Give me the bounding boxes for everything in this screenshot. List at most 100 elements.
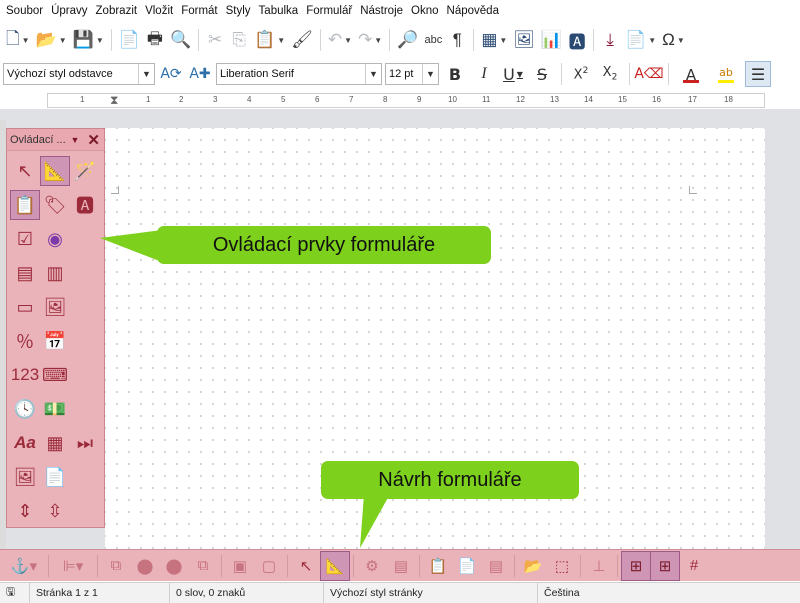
form-controls-panel-header[interactable]: Ovládací ... ▼ ✕ — [7, 129, 104, 151]
control-button[interactable]: ⚙ — [358, 552, 386, 580]
file-selection-button[interactable]: 📄 — [41, 463, 69, 491]
spin-button-button[interactable]: ⇕ — [11, 497, 39, 525]
helplines-while-moving-button[interactable]: # — [680, 552, 708, 580]
cut-button[interactable]: ✂ — [204, 26, 226, 54]
menu-window[interactable]: Okno — [409, 5, 445, 17]
export-pdf-button[interactable]: 📄 — [117, 26, 142, 54]
control-properties-button[interactable]: 📋 — [10, 190, 40, 220]
font-field-button[interactable]: Aa — [11, 429, 39, 457]
menu-tools[interactable]: Nástroje — [358, 5, 409, 17]
font-color-button[interactable]: A — [675, 61, 707, 87]
font-name-select[interactable]: Liberation Serif ▼ — [216, 63, 382, 85]
bold-button[interactable]: B — [442, 61, 468, 87]
date-field-button[interactable]: 📅 — [41, 327, 69, 355]
image-button-button[interactable]: 🖼 — [41, 293, 69, 321]
forward-one-button[interactable]: ⬤ — [131, 552, 159, 580]
paste-button[interactable]: 📋 ▼ — [252, 26, 287, 54]
position-size-button[interactable]: ⊥ — [585, 552, 613, 580]
back-one-button[interactable]: ⬤ — [160, 552, 188, 580]
menu-insert[interactable]: Vložit — [143, 5, 179, 17]
design-mode-toggle-button[interactable]: 📐 — [320, 550, 350, 581]
insert-special-character-button[interactable]: Ω ▼ — [660, 26, 687, 54]
new-document-button[interactable]: 🗋 ▼ — [4, 26, 32, 54]
anchor-button[interactable]: ⚓▾ — [4, 552, 44, 580]
formatting-marks-button[interactable]: ¶ — [446, 26, 468, 54]
menu-table[interactable]: Tabulka — [257, 5, 305, 17]
insert-chart-button[interactable]: 📊 — [539, 26, 564, 54]
menu-form[interactable]: Formulář — [304, 5, 358, 17]
insert-table-button[interactable]: ▦ ▼ — [479, 26, 509, 54]
word-count-status[interactable]: 0 slov, 0 znaků — [170, 582, 324, 603]
insert-field-button[interactable]: 📄 ▼ — [623, 26, 658, 54]
form-button[interactable]: ▤ — [387, 552, 415, 580]
table-control-button[interactable]: ▦ — [41, 429, 69, 457]
select-control-button[interactable]: ↖ — [11, 157, 39, 185]
insert-textbox-button[interactable]: 🅰 — [566, 26, 588, 54]
subscript-button[interactable]: X2 — [597, 61, 623, 87]
form-navigator-button[interactable]: 📋 — [424, 552, 452, 580]
pattern-field-button[interactable]: ⌨ — [41, 361, 69, 389]
form-properties-button[interactable]: 🏷 — [41, 191, 69, 219]
label-button[interactable]: 🅰 — [71, 191, 99, 219]
highlight-color-button[interactable]: ab — [710, 61, 742, 87]
page-number-status[interactable]: Stránka 1 z 1 — [30, 582, 170, 603]
menu-view[interactable]: Zobrazit — [94, 5, 144, 17]
redo-button[interactable]: ↷ ▼ — [356, 26, 384, 54]
list-box-button[interactable]: ▤ — [11, 259, 39, 287]
select-button[interactable]: ↖ — [292, 552, 320, 580]
activation-order-button[interactable]: 📄 — [453, 552, 481, 580]
combo-box-button[interactable]: ▥ — [41, 259, 69, 287]
update-style-button[interactable]: A⟳ — [158, 61, 184, 87]
image-control-button[interactable]: 🖼 — [11, 463, 39, 491]
design-mode-button[interactable]: 📐 — [40, 156, 70, 186]
copy-button[interactable]: ⎘ — [228, 26, 250, 54]
new-style-button[interactable]: A✚ — [187, 61, 213, 87]
formatted-field-button[interactable]: ％ — [11, 327, 39, 355]
language-status[interactable]: Čeština — [538, 583, 618, 603]
option-button[interactable]: ◉ — [41, 225, 69, 253]
undo-button[interactable]: ↶ ▼ — [326, 26, 354, 54]
clone-formatting-button[interactable]: 🖌 — [289, 26, 315, 54]
clear-formatting-button[interactable]: A⌫ — [634, 61, 663, 87]
align-left-button[interactable]: ☰ — [745, 61, 771, 87]
numeric-field-button[interactable]: 123 — [11, 361, 39, 389]
push-button-button[interactable]: ▭ — [11, 293, 39, 321]
chevron-down-icon[interactable]: ▼ — [71, 135, 80, 145]
print-button[interactable]: 🖶 — [144, 26, 166, 54]
ungroup-button[interactable]: ▢ — [255, 552, 283, 580]
open-in-design-mode-button[interactable]: 📂 — [519, 552, 547, 580]
insert-page-break-button[interactable]: ⤓ — [599, 26, 621, 54]
send-to-back-button[interactable]: ⧉ — [189, 552, 217, 580]
add-field-button[interactable]: ▤ — [482, 552, 510, 580]
menu-help[interactable]: Nápověda — [445, 5, 505, 17]
currency-field-button[interactable]: 💵 — [41, 395, 69, 423]
checkbox-button[interactable]: ☑ — [11, 225, 39, 253]
menu-format[interactable]: Formát — [179, 5, 223, 17]
strikethrough-button[interactable]: S — [529, 61, 555, 87]
page-style-status[interactable]: Výchozí styl stránky — [324, 582, 538, 603]
paragraph-style-select[interactable]: Výchozí styl odstavce ▼ — [3, 63, 155, 85]
underline-button[interactable]: U ▼ — [500, 61, 526, 87]
group-button[interactable]: ▣ — [226, 552, 254, 580]
scrollbar-button[interactable]: ⇳ — [41, 497, 69, 525]
horizontal-ruler[interactable]: ⧗ 1 1 2 3 4 5 6 7 8 9 10 11 12 13 14 15 … — [47, 93, 765, 108]
snap-to-grid-button[interactable]: ⊞ — [650, 550, 680, 581]
menu-edit[interactable]: Úpravy — [49, 5, 93, 17]
align-objects-button[interactable]: ⊫▾ — [53, 552, 93, 580]
font-size-select[interactable]: 12 pt ▼ — [385, 63, 439, 85]
bring-to-front-button[interactable]: ⧉ — [102, 552, 130, 580]
automatic-control-focus-button[interactable]: ⬚ — [548, 552, 576, 580]
display-grid-button[interactable]: ⊞ — [621, 550, 651, 581]
indent-marker-icon[interactable]: ⧗ — [110, 93, 118, 108]
superscript-button[interactable]: X2 — [568, 61, 594, 87]
find-replace-button[interactable]: 🔎 — [395, 26, 420, 54]
menu-file[interactable]: Soubor — [4, 5, 49, 17]
close-icon[interactable]: ✕ — [87, 131, 100, 149]
insert-image-button[interactable]: 🖼 — [511, 26, 537, 54]
document-modified-icon[interactable]: 🖫 — [0, 582, 30, 603]
spelling-button[interactable]: abc — [422, 26, 444, 54]
print-preview-button[interactable]: 🔍 — [168, 26, 193, 54]
save-button[interactable]: 💾 ▼ — [71, 26, 106, 54]
time-field-button[interactable]: 🕓 — [11, 395, 39, 423]
navigation-bar-button[interactable]: ⏭ — [71, 429, 99, 457]
